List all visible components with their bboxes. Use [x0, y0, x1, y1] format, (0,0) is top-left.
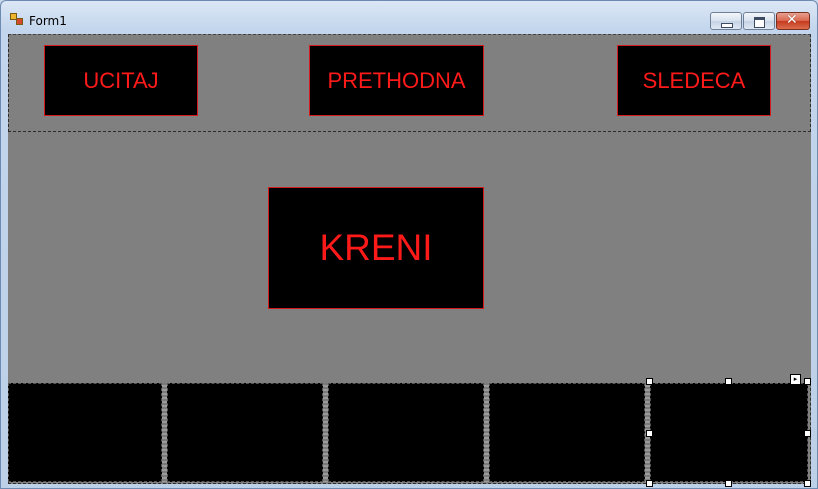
minimize-icon [721, 23, 733, 28]
sledeca-button[interactable]: SLEDECA [617, 45, 771, 116]
resize-handle-top[interactable] [725, 378, 732, 385]
smart-tag-arrow-icon[interactable]: ▸ [790, 374, 801, 385]
prethodna-button[interactable]: PRETHODNA [309, 45, 484, 116]
picture-box-5[interactable] [650, 383, 808, 482]
minimize-button[interactable] [710, 12, 742, 30]
resize-handle-top-right[interactable] [804, 378, 811, 385]
title-bar[interactable]: Form1 ✕ [1, 1, 817, 33]
resize-handle-bottom-left[interactable] [646, 480, 653, 487]
ucitaj-button[interactable]: UCITAJ [44, 45, 198, 116]
maximize-icon [754, 17, 765, 28]
window-title: Form1 [29, 14, 67, 28]
close-icon: ✕ [786, 12, 798, 28]
resize-handle-left[interactable] [646, 430, 653, 437]
resize-handle-right[interactable] [804, 430, 811, 437]
picture-box-1[interactable] [8, 383, 162, 482]
resize-handle-top-left[interactable] [646, 378, 653, 385]
form-app-icon [10, 13, 23, 25]
close-button[interactable]: ✕ [776, 12, 810, 30]
form-client-area: UCITAJ PRETHODNA SLEDECA KRENI ▸ [8, 34, 811, 487]
kreni-button[interactable]: KRENI [268, 187, 484, 309]
form-window: Form1 ✕ UCITAJ PRETHODNA SLEDECA KRENI ▸ [0, 0, 818, 489]
maximize-button[interactable] [743, 12, 775, 30]
resize-handle-bottom[interactable] [725, 480, 732, 487]
picture-box-3[interactable] [328, 383, 484, 482]
resize-handle-bottom-right[interactable] [804, 480, 811, 487]
picture-box-2[interactable] [167, 383, 323, 482]
picture-box-4[interactable] [489, 383, 645, 482]
